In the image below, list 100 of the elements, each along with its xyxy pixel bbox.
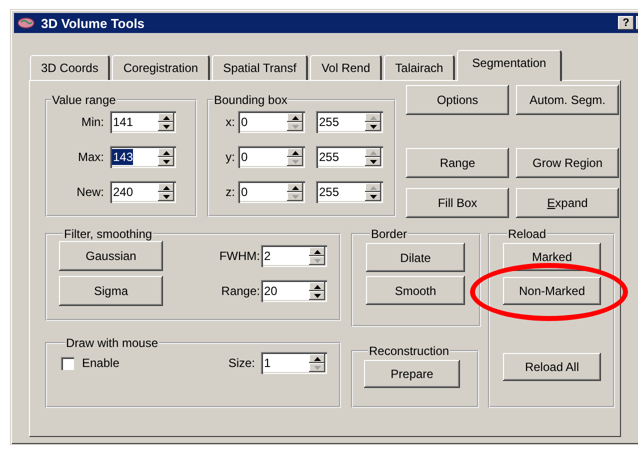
filter-button[interactable]: Sigma xyxy=(59,276,163,306)
spin-field[interactable]: 240 xyxy=(110,181,176,203)
up-arrow-icon xyxy=(314,284,320,288)
group-title: Bounding box xyxy=(213,93,288,107)
field-label: New: xyxy=(76,185,105,199)
up-arrow-icon xyxy=(162,116,170,120)
spin-down-button[interactable] xyxy=(287,192,303,201)
group-title: Value range xyxy=(51,93,117,107)
window-title: 3D Volume Tools xyxy=(41,16,145,30)
spin-field[interactable]: 1 xyxy=(261,352,327,374)
reload-button[interactable]: Non-Marked xyxy=(503,277,601,305)
help-button[interactable]: ? xyxy=(618,16,634,30)
up-arrow-icon xyxy=(292,150,298,154)
group-title: Draw with mouse xyxy=(65,336,160,350)
spin-up-button[interactable] xyxy=(287,148,303,157)
up-arrow-icon xyxy=(370,150,376,154)
spin-down-button[interactable] xyxy=(309,363,325,372)
up-arrow-icon xyxy=(370,186,376,190)
down-arrow-icon xyxy=(292,160,298,164)
tab[interactable]: Talairach xyxy=(384,55,456,80)
spin-field[interactable]: 255 xyxy=(316,181,383,203)
down-arrow-icon xyxy=(370,194,376,198)
spin-down-button[interactable] xyxy=(365,157,381,166)
axis-label: x: xyxy=(224,115,236,129)
prepare-button[interactable]: Prepare xyxy=(364,360,460,388)
action-button[interactable]: Fill Box xyxy=(406,188,509,218)
field-label: Size: xyxy=(228,356,255,370)
tab[interactable]: Segmentation xyxy=(457,50,562,81)
field-label: Range: xyxy=(221,284,260,298)
axis-label: z: xyxy=(224,185,236,199)
spin-up-button[interactable] xyxy=(287,183,303,192)
up-arrow-icon xyxy=(292,116,298,120)
spin-up-button[interactable] xyxy=(287,113,303,122)
down-arrow-icon xyxy=(314,258,320,262)
spin-down-button[interactable] xyxy=(365,192,381,201)
down-arrow-icon xyxy=(292,124,298,128)
up-arrow-icon xyxy=(314,356,320,360)
down-arrow-icon xyxy=(162,194,170,198)
up-arrow-icon xyxy=(162,186,170,190)
spin-field[interactable]: 143 xyxy=(110,146,176,168)
group-title: Filter, smoothing xyxy=(63,227,154,241)
spin-up-button[interactable] xyxy=(365,183,381,192)
spin-field[interactable]: 255 xyxy=(316,146,383,168)
action-button[interactable]: Grow Region xyxy=(516,148,619,178)
action-button[interactable]: Autom. Segm. xyxy=(516,85,619,115)
spin-up-button[interactable] xyxy=(309,247,325,256)
down-arrow-icon xyxy=(370,160,376,164)
axis-label: y: xyxy=(224,150,236,164)
action-button[interactable]: Expand xyxy=(516,188,619,218)
spin-field[interactable]: 141 xyxy=(110,111,176,133)
action-button[interactable]: Options xyxy=(406,85,509,115)
checkbox[interactable] xyxy=(61,356,74,370)
field-label: Max: xyxy=(76,150,105,164)
spin-field[interactable]: 2 xyxy=(261,245,327,267)
up-arrow-icon xyxy=(314,250,320,254)
spin-field[interactable]: 0 xyxy=(238,146,305,168)
spin-up-button[interactable] xyxy=(309,282,325,291)
spin-up-button[interactable] xyxy=(309,354,325,363)
spin-field[interactable]: 0 xyxy=(238,181,305,203)
spin-down-button[interactable] xyxy=(309,256,325,265)
tab[interactable]: Vol Rend xyxy=(310,55,382,80)
spin-up-button[interactable] xyxy=(365,148,381,157)
spin-field[interactable]: 20 xyxy=(261,280,327,302)
spin-up-button[interactable] xyxy=(158,148,174,157)
down-arrow-icon xyxy=(162,160,170,164)
group-title: Reload xyxy=(507,227,548,241)
group-title: Reconstruction xyxy=(368,344,450,358)
reload-button[interactable]: Reload All xyxy=(503,353,601,381)
spin-down-button[interactable] xyxy=(158,122,174,131)
up-arrow-icon xyxy=(292,186,298,190)
tab[interactable]: 3D Coords xyxy=(30,55,110,80)
spin-up-button[interactable] xyxy=(158,113,174,122)
up-arrow-icon xyxy=(162,150,170,154)
action-button[interactable]: Range xyxy=(406,148,509,178)
spin-down-button[interactable] xyxy=(158,157,174,166)
spin-down-button[interactable] xyxy=(287,122,303,131)
checkbox-label: Enable xyxy=(82,356,120,370)
spin-down-button[interactable] xyxy=(158,192,174,201)
down-arrow-icon xyxy=(314,366,320,370)
border-button[interactable]: Dilate xyxy=(366,243,465,272)
spin-up-button[interactable] xyxy=(365,113,381,122)
field-label: Min: xyxy=(80,115,105,129)
spin-up-button[interactable] xyxy=(158,183,174,192)
field-label: FWHM: xyxy=(219,249,260,263)
tab[interactable]: Spatial Transf xyxy=(212,55,308,80)
tab[interactable]: Coregistration xyxy=(112,55,210,80)
spin-down-button[interactable] xyxy=(365,122,381,131)
border-button[interactable]: Smooth xyxy=(366,276,465,305)
down-arrow-icon xyxy=(292,194,298,198)
down-arrow-icon xyxy=(370,124,376,128)
spin-down-button[interactable] xyxy=(287,157,303,166)
spin-field[interactable]: 0 xyxy=(238,111,305,133)
spin-field[interactable]: 255 xyxy=(316,111,383,133)
up-arrow-icon xyxy=(370,116,376,120)
spin-down-button[interactable] xyxy=(309,291,325,300)
group-title: Border xyxy=(370,227,408,241)
down-arrow-icon xyxy=(314,294,320,298)
down-arrow-icon xyxy=(162,124,170,128)
brain-icon xyxy=(17,17,35,29)
filter-button[interactable]: Gaussian xyxy=(59,241,163,271)
